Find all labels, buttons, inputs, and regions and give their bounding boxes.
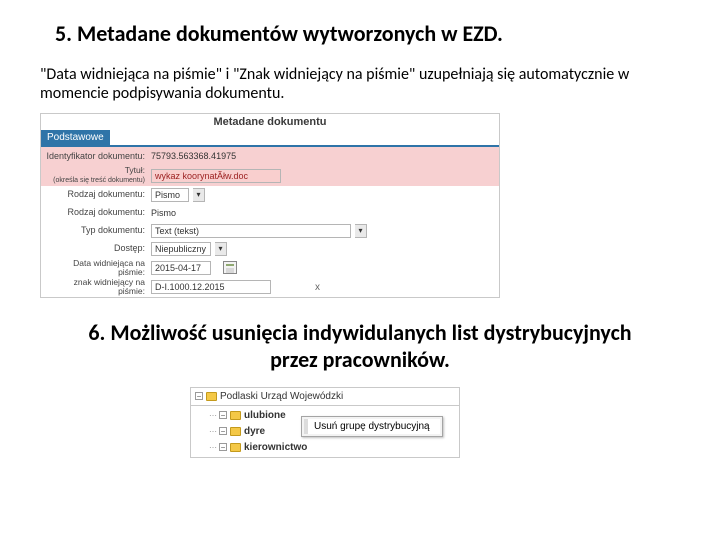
collapse-icon[interactable]: − xyxy=(219,411,227,419)
row-tytul: Tytuł: (określa się treść dokumentu) wyk… xyxy=(41,165,499,185)
rodzaj1-select[interactable]: Pismo xyxy=(151,188,189,202)
row-dostep: Dostęp: Niepubliczny ▾ xyxy=(41,240,499,258)
chevron-down-icon[interactable]: ▾ xyxy=(355,224,367,238)
tree-item-label: ulubione xyxy=(244,410,286,421)
calendar-icon[interactable] xyxy=(223,261,237,274)
row-znak: znak widniejący na piśmie: D-I.1000.12.2… xyxy=(41,277,499,297)
row-typ: Typ dokumentu: Text (tekst) ▾ xyxy=(41,222,499,240)
distribution-tree-panel: − Podlaski Urząd Wojewódzki ⋯ − ulubione… xyxy=(190,387,460,458)
row-rodzaj1: Rodzaj dokumentu: Pismo ▾ xyxy=(41,186,499,204)
collapse-icon[interactable]: − xyxy=(219,427,227,435)
tree-root-label: Podlaski Urząd Wojewódzki xyxy=(220,391,343,402)
tree-connector: ⋯ xyxy=(209,443,216,452)
typ-label: Typ dokumentu: xyxy=(45,226,147,235)
dostep-select[interactable]: Niepubliczny xyxy=(151,242,211,256)
rodzaj2-label: Rodzaj dokumentu: xyxy=(45,208,147,217)
collapse-icon[interactable]: − xyxy=(219,443,227,451)
context-menu: Usuń grupę dystrybucyjną xyxy=(301,416,443,437)
clear-icon[interactable]: x xyxy=(315,282,320,293)
folder-icon xyxy=(230,411,241,420)
tytul-input[interactable]: wykaz koorynatÃłw.doc xyxy=(151,169,281,183)
folder-icon xyxy=(230,427,241,436)
id-label: Identyfikator dokumentu: xyxy=(45,152,147,161)
section-5-heading: 5. Metadane dokumentów wytworzonych w EZ… xyxy=(55,20,680,47)
collapse-icon[interactable]: − xyxy=(195,392,203,400)
tree-connector: ⋯ xyxy=(209,427,216,436)
folder-icon xyxy=(206,392,217,401)
folder-icon xyxy=(230,443,241,452)
dostep-label: Dostęp: xyxy=(45,244,147,253)
tree-item-label: dyre xyxy=(244,426,265,437)
tree-root-row[interactable]: − Podlaski Urząd Wojewódzki xyxy=(191,388,459,404)
tytul-label-wrap: Tytuł: (określa się treść dokumentu) xyxy=(45,166,147,184)
row-rodzaj2: Rodzaj dokumentu: Pismo xyxy=(41,204,499,222)
tree-connector: ⋯ xyxy=(209,411,216,420)
tab-podstawowe[interactable]: Podstawowe xyxy=(41,130,110,145)
metadata-panel: Metadane dokumentu Podstawowe Identyfika… xyxy=(40,113,500,298)
row-data: Data widniejąca na piśmie: 2015-04-17 xyxy=(41,258,499,278)
context-menu-item-delete[interactable]: Usuń grupę dystrybucyjną xyxy=(304,419,440,434)
znak-input[interactable]: D-I.1000.12.2015 xyxy=(151,280,271,294)
chevron-down-icon[interactable]: ▾ xyxy=(193,188,205,202)
rodzaj2-value: Pismo xyxy=(151,208,176,218)
tree-item-label: kierownictwo xyxy=(244,442,307,453)
section-6-heading: 6. Możliwość usunięcia indywidulanych li… xyxy=(80,320,640,373)
panel-title: Metadane dokumentu xyxy=(41,114,499,130)
tree-item-kierownictwo[interactable]: ⋯ − kierownictwo xyxy=(191,439,459,455)
id-value: 75793.563368.41975 xyxy=(151,151,236,161)
data-label: Data widniejąca na piśmie: xyxy=(45,259,147,277)
section-5-description: "Data widniejąca na piśmie" i "Znak widn… xyxy=(40,65,680,103)
rodzaj1-label: Rodzaj dokumentu: xyxy=(45,190,147,199)
chevron-down-icon[interactable]: ▾ xyxy=(215,242,227,256)
znak-label: znak widniejący na piśmie: xyxy=(45,278,147,296)
typ-select[interactable]: Text (tekst) xyxy=(151,224,351,238)
row-id: Identyfikator dokumentu: 75793.563368.41… xyxy=(41,147,499,165)
data-input[interactable]: 2015-04-17 xyxy=(151,261,211,275)
